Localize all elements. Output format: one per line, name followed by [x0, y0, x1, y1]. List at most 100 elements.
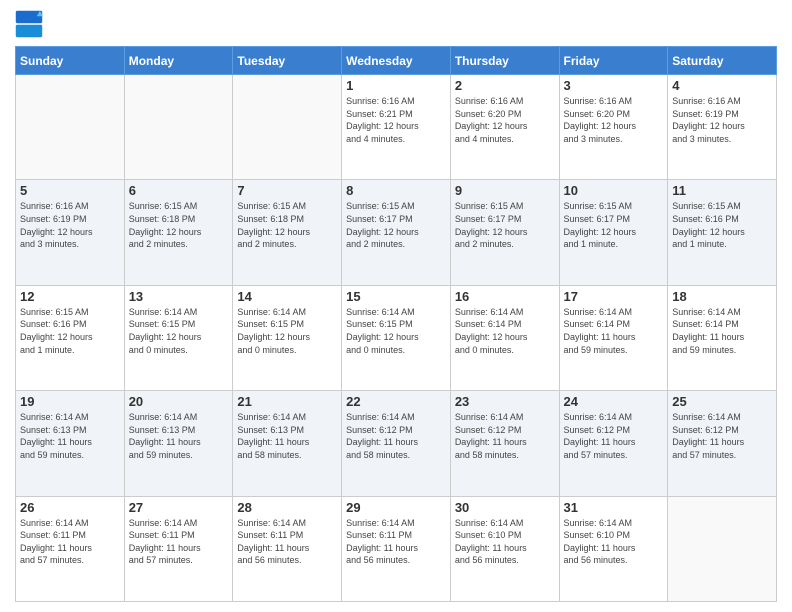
calendar-week-3: 12Sunrise: 6:15 AM Sunset: 6:16 PM Dayli…	[16, 285, 777, 390]
day-info: Sunrise: 6:14 AM Sunset: 6:15 PM Dayligh…	[237, 306, 337, 356]
calendar-cell: 6Sunrise: 6:15 AM Sunset: 6:18 PM Daylig…	[124, 180, 233, 285]
day-number: 20	[129, 394, 229, 409]
day-number: 9	[455, 183, 555, 198]
column-header-wednesday: Wednesday	[342, 47, 451, 75]
day-info: Sunrise: 6:14 AM Sunset: 6:14 PM Dayligh…	[455, 306, 555, 356]
calendar-cell: 30 Sunrise: 6:14 AM Sunset: 6:10 PM Dayli…	[450, 496, 559, 601]
calendar-week-1: 1 Sunrise: 6:16 AM Sunset: 6:21 PM Daylig…	[16, 75, 777, 180]
day-number: 22	[346, 394, 446, 409]
column-header-thursday: Thursday	[450, 47, 559, 75]
calendar-cell: 2 Sunrise: 6:16 AM Sunset: 6:20 PM Daylig…	[450, 75, 559, 180]
calendar-cell: 15 Sunrise: 6:14 AM Sunset: 6:15 PM Dayli…	[342, 285, 451, 390]
column-header-saturday: Saturday	[668, 47, 777, 75]
day-number: 28	[237, 500, 337, 515]
calendar-cell: 24 Sunrise: 6:14 AM Sunset: 6:12 PM Dayli…	[559, 391, 668, 496]
day-info: Sunrise: 6:14 AM Sunset: 6:10 PM Dayligh…	[455, 517, 555, 567]
day-info: Sunrise: 6:14 AM Sunset: 6:11 PM Dayligh…	[20, 517, 120, 567]
day-info: Sunrise: 6:14 AM Sunset: 6:14 PM Dayligh…	[564, 306, 664, 356]
calendar-cell: 29 Sunrise: 6:14 AM Sunset: 6:11 PM Dayli…	[342, 496, 451, 601]
day-number: 10	[564, 183, 664, 198]
column-header-monday: Monday	[124, 47, 233, 75]
day-number: 23	[455, 394, 555, 409]
day-number: 5	[20, 183, 120, 198]
day-number: 11	[672, 183, 772, 198]
day-info: Sunrise: 6:14 AM Sunset: 6:15 PM Dayligh…	[129, 306, 229, 356]
day-info: Sunrise: 6:14 AM Sunset: 6:12 PM Dayligh…	[455, 411, 555, 461]
calendar-cell: 14 Sunrise: 6:14 AM Sunset: 6:15 PM Dayli…	[233, 285, 342, 390]
day-number: 29	[346, 500, 446, 515]
day-number: 25	[672, 394, 772, 409]
column-header-friday: Friday	[559, 47, 668, 75]
logo	[15, 10, 45, 38]
calendar-cell: 4Sunrise: 6:16 AM Sunset: 6:19 PM Daylig…	[668, 75, 777, 180]
day-info: Sunrise: 6:14 AM Sunset: 6:13 PM Dayligh…	[129, 411, 229, 461]
calendar-cell	[124, 75, 233, 180]
day-number: 17	[564, 289, 664, 304]
calendar-cell: 25Sunrise: 6:14 AM Sunset: 6:12 PM Dayli…	[668, 391, 777, 496]
calendar-cell	[668, 496, 777, 601]
calendar-cell: 28 Sunrise: 6:14 AM Sunset: 6:11 PM Dayli…	[233, 496, 342, 601]
day-info: Sunrise: 6:15 AM Sunset: 6:18 PM Dayligh…	[129, 200, 229, 250]
calendar-week-2: 5 Sunrise: 6:16 AM Sunset: 6:19 PM Daylig…	[16, 180, 777, 285]
day-info: Sunrise: 6:15 AM Sunset: 6:17 PM Dayligh…	[564, 200, 664, 250]
day-info: Sunrise: 6:16 AM Sunset: 6:21 PM Dayligh…	[346, 95, 446, 145]
calendar: SundayMondayTuesdayWednesdayThursdayFrid…	[15, 46, 777, 602]
day-info: Sunrise: 6:14 AM Sunset: 6:10 PM Dayligh…	[564, 517, 664, 567]
day-info: Sunrise: 6:14 AM Sunset: 6:14 PM Dayligh…	[672, 306, 772, 356]
day-info: Sunrise: 6:14 AM Sunset: 6:11 PM Dayligh…	[129, 517, 229, 567]
calendar-header-row: SundayMondayTuesdayWednesdayThursdayFrid…	[16, 47, 777, 75]
day-number: 3	[564, 78, 664, 93]
day-info: Sunrise: 6:14 AM Sunset: 6:13 PM Dayligh…	[237, 411, 337, 461]
day-number: 1	[346, 78, 446, 93]
calendar-cell: 26 Sunrise: 6:14 AM Sunset: 6:11 PM Dayli…	[16, 496, 125, 601]
calendar-cell: 31 Sunrise: 6:14 AM Sunset: 6:10 PM Dayli…	[559, 496, 668, 601]
day-number: 24	[564, 394, 664, 409]
day-info: Sunrise: 6:14 AM Sunset: 6:11 PM Dayligh…	[237, 517, 337, 567]
day-info: Sunrise: 6:15 AM Sunset: 6:17 PM Dayligh…	[455, 200, 555, 250]
calendar-cell: 18 Sunrise: 6:14 AM Sunset: 6:14 PM Dayli…	[668, 285, 777, 390]
day-number: 27	[129, 500, 229, 515]
day-number: 15	[346, 289, 446, 304]
calendar-cell	[16, 75, 125, 180]
day-info: Sunrise: 6:14 AM Sunset: 6:12 PM Dayligh…	[564, 411, 664, 461]
day-number: 16	[455, 289, 555, 304]
calendar-cell: 1 Sunrise: 6:16 AM Sunset: 6:21 PM Daylig…	[342, 75, 451, 180]
day-number: 26	[20, 500, 120, 515]
day-number: 19	[20, 394, 120, 409]
calendar-cell: 16 Sunrise: 6:14 AM Sunset: 6:14 PM Dayli…	[450, 285, 559, 390]
calendar-cell: 7Sunrise: 6:15 AM Sunset: 6:18 PM Daylig…	[233, 180, 342, 285]
calendar-cell: 9 Sunrise: 6:15 AM Sunset: 6:17 PM Daylig…	[450, 180, 559, 285]
day-info: Sunrise: 6:14 AM Sunset: 6:15 PM Dayligh…	[346, 306, 446, 356]
logo-icon	[15, 10, 43, 38]
day-info: Sunrise: 6:16 AM Sunset: 6:19 PM Dayligh…	[20, 200, 120, 250]
day-number: 14	[237, 289, 337, 304]
column-header-sunday: Sunday	[16, 47, 125, 75]
day-info: Sunrise: 6:15 AM Sunset: 6:18 PM Dayligh…	[237, 200, 337, 250]
day-info: Sunrise: 6:14 AM Sunset: 6:13 PM Dayligh…	[20, 411, 120, 461]
day-info: Sunrise: 6:15 AM Sunset: 6:16 PM Dayligh…	[672, 200, 772, 250]
day-number: 8	[346, 183, 446, 198]
day-number: 18	[672, 289, 772, 304]
day-info: Sunrise: 6:15 AM Sunset: 6:17 PM Dayligh…	[346, 200, 446, 250]
day-info: Sunrise: 6:14 AM Sunset: 6:11 PM Dayligh…	[346, 517, 446, 567]
day-number: 30	[455, 500, 555, 515]
calendar-cell: 27 Sunrise: 6:14 AM Sunset: 6:11 PM Dayli…	[124, 496, 233, 601]
calendar-cell: 20 Sunrise: 6:14 AM Sunset: 6:13 PM Dayli…	[124, 391, 233, 496]
calendar-cell	[233, 75, 342, 180]
day-number: 2	[455, 78, 555, 93]
header	[15, 10, 777, 38]
calendar-cell: 5 Sunrise: 6:16 AM Sunset: 6:19 PM Daylig…	[16, 180, 125, 285]
day-number: 31	[564, 500, 664, 515]
day-number: 21	[237, 394, 337, 409]
calendar-cell: 3Sunrise: 6:16 AM Sunset: 6:20 PM Daylig…	[559, 75, 668, 180]
day-info: Sunrise: 6:14 AM Sunset: 6:12 PM Dayligh…	[346, 411, 446, 461]
day-number: 13	[129, 289, 229, 304]
day-number: 12	[20, 289, 120, 304]
calendar-cell: 12Sunrise: 6:15 AM Sunset: 6:16 PM Dayli…	[16, 285, 125, 390]
calendar-cell: 10 Sunrise: 6:15 AM Sunset: 6:17 PM Dayli…	[559, 180, 668, 285]
day-info: Sunrise: 6:16 AM Sunset: 6:20 PM Dayligh…	[455, 95, 555, 145]
day-number: 4	[672, 78, 772, 93]
calendar-week-5: 26 Sunrise: 6:14 AM Sunset: 6:11 PM Dayli…	[16, 496, 777, 601]
column-header-tuesday: Tuesday	[233, 47, 342, 75]
calendar-cell: 23 Sunrise: 6:14 AM Sunset: 6:12 PM Dayli…	[450, 391, 559, 496]
